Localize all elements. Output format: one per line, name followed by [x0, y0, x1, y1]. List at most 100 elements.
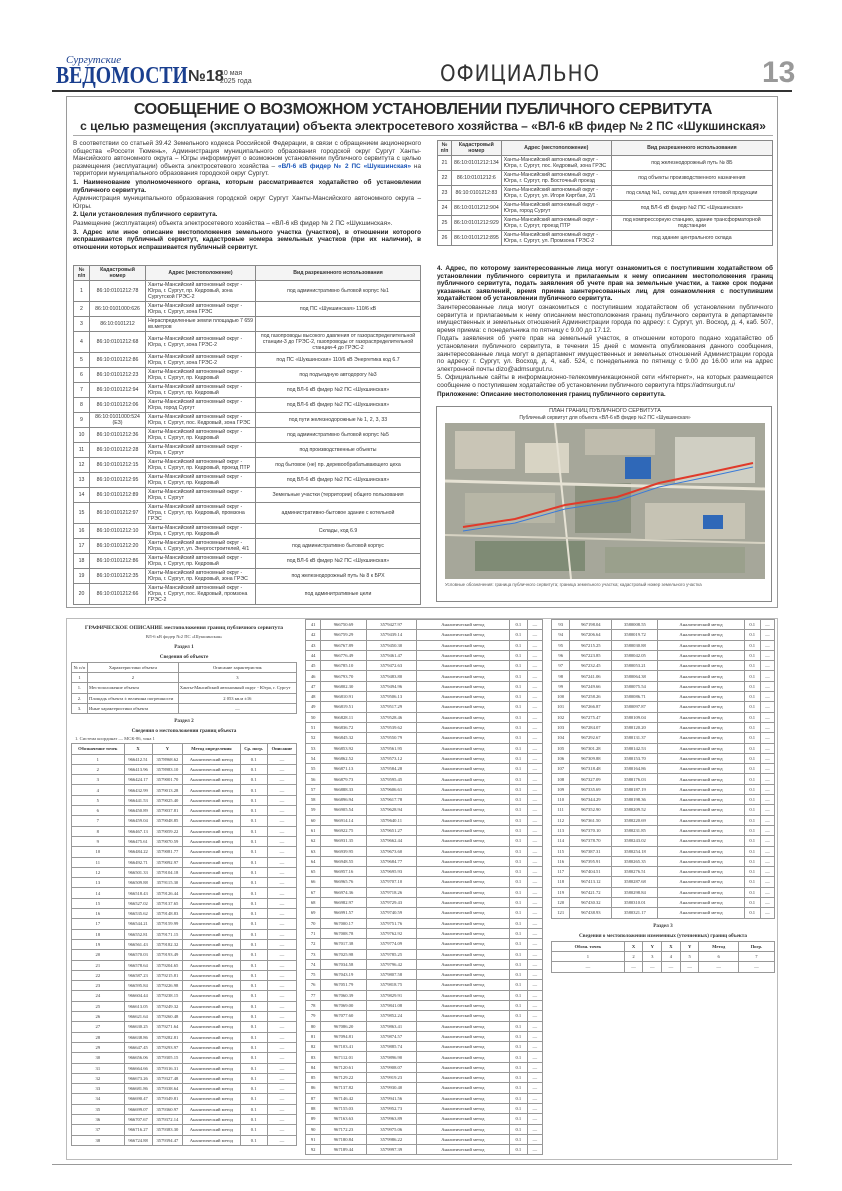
header-rule [52, 90, 792, 92]
coordinate-row: 94 967206.64 3580019.72 Аналитический метод… [550, 629, 776, 641]
coordinate-row: 82 967103.41 3579885.74 Аналитический метод… [304, 1041, 544, 1053]
coordinate-row: 108 967327.09 3580176.03 Аналитический мето… [550, 773, 776, 785]
coordinate-row: 95 967215.25 3580030.88 Аналитический метод… [550, 639, 776, 651]
coordinate-row: 85 967129.22 3579919.23 Аналитический метод… [304, 1072, 544, 1084]
table-row: 20 86:10:0101212:66 Ханты-Мансийский автон… [73, 583, 421, 605]
issue-number: №18 [188, 68, 224, 85]
coordinate-row: 120 967430.32 3580310.01 Аналитический мето… [550, 897, 776, 909]
coordinate-row: 17 966544.21 3579159.99 Аналитический метод… [71, 918, 298, 930]
page-number: 13 [762, 56, 796, 89]
coordinate-row: 46 966793.70 3579483.80 Аналитический метод… [304, 670, 544, 682]
coordinate-row: 12 966501.33 3579104.18 Аналитический метод… [71, 866, 298, 879]
description-column-1: ГРАФИЧЕСКОЕ ОПИСАНИЕ местоположения гран… [71, 619, 298, 1161]
table-row: 1 86:10:0101212:78 Ханты-Мансийский автоно… [73, 280, 421, 302]
coordinate-row: 93 967198.04 3580008.55 Аналитический метод… [550, 618, 776, 631]
coordinate-row: 50 966828.11 3579528.46 Аналитический метод… [304, 711, 544, 723]
coordinate-row: 111 967352.90 3580209.52 Аналитический мето… [550, 804, 776, 816]
table-row: 26 86:10:0101212:895 Ханты-Мансийский авто… [437, 230, 774, 246]
coordinate-row: 66 966965.76 3579707.10 Аналитический метод… [304, 876, 544, 888]
coordinate-row: 56 966879.73 3579595.45 Аналитический метод… [304, 773, 544, 785]
table-row: 10 86:10:0101212:36 Ханты-Мансийский автон… [73, 427, 421, 443]
footer-rule [52, 1164, 792, 1165]
coordinate-row: 119 967421.72 3580298.84 Аналитический мето… [550, 886, 776, 899]
coordinate-row: 1 966412.51 3578968.62 Аналитический метод 0… [71, 753, 298, 765]
table-row: 19 86:10:0101212:35 Ханты-Мансийский автон… [73, 568, 421, 584]
table-row: 5 86:10:0101212:86 Ханты-Мансийский автоно… [73, 352, 421, 368]
coordinate-row: 41 966750.69 3579427.97 Аналитический метод… [304, 618, 544, 631]
coordinate-row: 69 966991.57 3579740.59 Аналитический метод… [304, 907, 544, 919]
coordinate-row: 2 966413.96 3578983.10 Аналитический метод 0… [71, 763, 298, 776]
coordinate-row: 11 966492.71 3579092.97 Аналитический метод… [71, 856, 298, 868]
table-row: 2 86:10:0101000:626 Ханты-Мансийский автон… [73, 301, 421, 317]
coordinate-row: 71 967008.78 3579762.92 Аналитический метод… [304, 927, 544, 940]
section-3-label: Раздел 3 [653, 922, 673, 929]
coordinates-table-3: 93 967198.04 3580008.55 Аналитический метод… [550, 618, 776, 919]
coordinate-row: 102 967275.47 3580109.04 Аналитический мето… [550, 711, 776, 723]
table-row: 9 86:10:0101000:524 (ЕЗ) Ханты-Мансийский … [73, 412, 421, 428]
coordinate-row: 23 966595.84 3579226.98 Аналитический метод… [71, 980, 298, 992]
coordinate-row: 118 967413.12 3580287.68 Аналитический мето… [550, 876, 776, 888]
coordinate-row: 101 967266.87 3580097.87 Аналитический мето… [550, 701, 776, 713]
announcement-right-text: 4. Адрес, по которому заинтересованные л… [437, 265, 773, 399]
announcement-left-text: В соответствии со статьей 39.42 Земельно… [73, 140, 421, 252]
coordinate-row: 22 966587.23 3579215.81 Аналитический метод… [71, 969, 298, 982]
masthead: Сургутские ВЕДОМОСТИ №18 10 мая 2025 год… [52, 52, 796, 90]
coordinate-row: 47 966802.30 3579494.96 Аналитический метод… [304, 680, 544, 693]
table-row: 21 86:10:0101212:134 Ханты-Мансийский авто… [437, 155, 774, 171]
coordinate-row: 61 966922.75 3579651.27 Аналитический метод… [304, 824, 544, 837]
coordinate-row: 100 967258.26 3580086.71 Аналитический мето… [550, 691, 776, 703]
coordinate-row: 38 966724.88 3579394.47 Аналитический метод… [71, 1134, 298, 1146]
coordinate-row: 33 966681.86 3579338.64 Аналитический метод… [71, 1083, 298, 1095]
coordinate-row: 115 967387.31 3580254.18 Аналитический мето… [550, 845, 776, 857]
coordinate-row: 109 967335.69 3580187.19 Аналитический мето… [550, 783, 776, 796]
coordinate-row: 31 966664.66 3579316.31 Аналитический метод… [71, 1062, 298, 1074]
coordinate-row: 91 967180.84 3579986.22 Аналитический метод… [304, 1133, 544, 1146]
newspaper-logo[interactable]: Сургутские ВЕДОМОСТИ [52, 54, 188, 89]
coordinates-table-1: Обозначение точек X Y Метод определения Ср. … [71, 743, 298, 1146]
coordinate-row: 51 966836.72 3579539.62 Аналитический метод… [304, 721, 544, 734]
coordinate-row: 75 967043.19 3579807.58 Аналитический метод… [304, 969, 544, 981]
coordinate-row: 55 966871.13 3579584.28 Аналитический метод… [304, 763, 544, 775]
coordinate-row: 67 966974.36 3579718.26 Аналитический метод… [304, 886, 544, 899]
coordinate-row: 79 967077.60 3579852.24 Аналитический метод… [304, 1010, 544, 1022]
table-row: 15 86:10:0101212:97 Ханты-Мансийский автон… [73, 502, 421, 524]
coordinate-row: 88 967155.03 3579952.73 Аналитический метод… [304, 1102, 544, 1115]
section-4-body: Заинтересованные лица могут ознакомиться… [437, 303, 773, 334]
coordinate-row: 73 967025.98 3579785.25 Аналитический метод… [304, 948, 544, 960]
coordinate-row: 52 966845.32 3579550.79 Аналитический метод… [304, 732, 544, 744]
description-object: ВЛ-6 кВ фидер №2 ПС «Шукшинская» [145, 634, 223, 640]
coordinate-row: 98 967241.06 3580064.38 Аналитический метод… [550, 670, 776, 682]
table-row: 3 86:10:0101212 Нераспределенные земли пло… [73, 316, 421, 332]
coordinate-row: 58 966896.94 3579617.78 Аналитический метод… [304, 794, 544, 806]
coordinate-row: 112 967361.50 3580220.69 Аналитический мето… [550, 814, 776, 826]
coordinate-row: 89 967163.63 3579963.89 Аналитический метод… [304, 1113, 544, 1125]
coordinate-row: 35 966699.07 3579360.97 Аналитический метод… [71, 1103, 298, 1115]
intro-paragraph: В соответствии со статьей 39.42 Земельно… [73, 140, 422, 178]
map-subtitle: Публичный сервитут для объекта «ВЛ-6 кВ … [519, 415, 691, 421]
coordinate-row: 113 967370.10 3580231.85 Аналитический мето… [550, 824, 776, 837]
issue-date: 10 мая 2025 года [220, 70, 252, 85]
coordinate-row: 20 966570.03 3579193.49 Аналитический метод… [71, 949, 298, 961]
coordinate-row: 28 966638.86 3579282.81 Аналитический метод… [71, 1031, 298, 1043]
coordinate-row: 5 966441.53 3579025.40 Аналитический метод 0… [71, 794, 298, 807]
table-row: 13 86:10:0101212:95 Ханты-Мансийский автон… [73, 472, 421, 488]
coordinate-row: 13 966509.88 3579115.30 Аналитический метод… [71, 877, 298, 889]
coordinate-row: 9 966475.61 3579070.59 Аналитический метод 0… [71, 835, 298, 848]
coordinate-row: 117 967404.51 3580276.51 Аналитический мето… [550, 866, 776, 878]
coordinate-row: 49 966819.51 3579517.29 Аналитический метод… [304, 701, 544, 713]
table-row: 7 86:10:0101212:94 Ханты-Мансийский автоно… [73, 382, 421, 398]
object-info-table: № п/п Характеристики объекта Описание хара… [71, 661, 298, 715]
coordinate-row: 114 967378.70 3580243.02 Аналитический мето… [550, 835, 776, 847]
divider [73, 135, 773, 136]
coordinate-row: 30 966656.06 3579305.15 Аналитический метод… [71, 1052, 298, 1064]
servitude-map: ПЛАН ГРАНИЦ ПУБЛИЧНОГО СЕРВИТУТА Публичн… [436, 406, 772, 602]
coordinate-row: 60 966914.14 3579640.11 Аналитический метод… [304, 814, 544, 826]
coordinate-row: 90 967172.23 3579975.06 Аналитический метод… [304, 1123, 544, 1135]
description-column-3: 93 967198.04 3580008.55 Аналитический метод… [550, 618, 776, 1161]
coordinate-row: 99 967249.66 3580075.54 Аналитический метод… [550, 680, 776, 693]
coordinate-row: 36 966707.67 3579372.14 Аналитический метод… [71, 1113, 298, 1126]
coordinate-row: 106 967309.88 3580153.70 Аналитический мето… [550, 752, 776, 765]
coordinate-row: 8 966467.13 3579059.22 Аналитический метод 0… [71, 825, 298, 837]
coordinate-row: 104 967292.67 3580131.37 Аналитический мето… [550, 732, 776, 744]
coordinate-row: 19 966561.43 3579182.32 Аналитический метод… [71, 938, 298, 951]
